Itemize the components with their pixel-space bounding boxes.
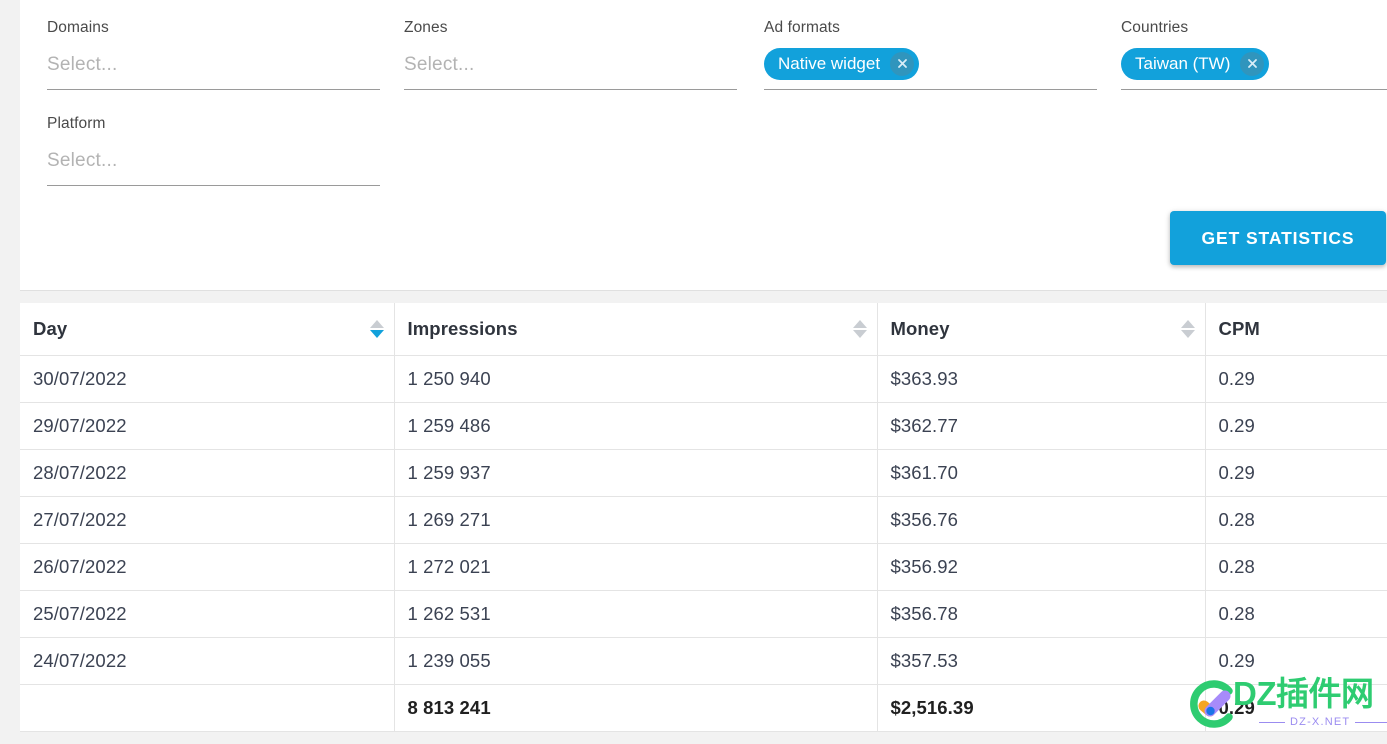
cell-cpm: 0.29: [1205, 449, 1387, 497]
cell-money: $357.53: [877, 637, 1206, 685]
chip-label: Taiwan (TW): [1135, 54, 1231, 73]
chip-ad-format[interactable]: Native widget: [764, 47, 920, 80]
cell-day: 27/07/2022: [20, 496, 395, 544]
cell-day: 24/07/2022: [20, 637, 395, 685]
ad-formats-label: Ad formats: [764, 19, 840, 36]
cell-impressions: 1 259 486: [394, 402, 878, 450]
cell-day: 29/07/2022: [20, 402, 395, 450]
zones-placeholder: Select...: [404, 54, 475, 75]
cell-impressions: 1 259 937: [394, 449, 878, 497]
domains-placeholder: Select...: [47, 54, 118, 75]
zones-select[interactable]: Select...: [404, 45, 737, 90]
table-row: 28/07/2022 1 259 937 $361.70 0.29: [20, 449, 1387, 497]
cell-day: 25/07/2022: [20, 590, 395, 638]
column-header-label: CPM: [1218, 317, 1260, 339]
cell-total-impressions: 8 813 241: [394, 684, 878, 732]
table-header-row: Day Impressions Money CPM: [20, 303, 1387, 356]
cell-day: 26/07/2022: [20, 543, 395, 591]
cell-impressions: 1 239 055: [394, 637, 878, 685]
filter-field-zones: Zones Select...: [404, 20, 737, 90]
zones-label: Zones: [404, 19, 448, 36]
table-row: 24/07/2022 1 239 055 $357.53 0.29: [20, 637, 1387, 685]
table-total-row: 8 813 241 $2,516.39 0.29: [20, 684, 1387, 732]
platform-label: Platform: [47, 115, 106, 132]
cell-cpm: 0.28: [1205, 543, 1387, 591]
sort-toggle-impressions-icon[interactable]: [852, 319, 867, 338]
table-row: 29/07/2022 1 259 486 $362.77 0.29: [20, 402, 1387, 450]
statistics-table: Day Impressions Money CPM 30/07/2022 1 2…: [20, 303, 1387, 732]
cell-impressions: 1 272 021: [394, 543, 878, 591]
table-head: Day Impressions Money CPM: [20, 303, 1387, 356]
cell-impressions: 1 269 271: [394, 496, 878, 544]
table-row: 30/07/2022 1 250 940 $363.93 0.29: [20, 355, 1387, 403]
table-row: 27/07/2022 1 269 271 $356.76 0.28: [20, 496, 1387, 544]
filter-panel: Domains Select... Zones Select... Ad for…: [20, 0, 1387, 291]
filter-field-countries: Countries Taiwan (TW): [1121, 20, 1387, 90]
get-statistics-button[interactable]: GET STATISTICS: [1170, 211, 1386, 265]
column-header-day[interactable]: Day: [20, 303, 395, 356]
cell-cpm: 0.29: [1205, 402, 1387, 450]
chip-country[interactable]: Taiwan (TW): [1121, 47, 1270, 80]
column-header-label: Impressions: [407, 317, 518, 339]
cell-money: $356.92: [877, 543, 1206, 591]
domains-select[interactable]: Select...: [47, 45, 380, 90]
filter-field-domains: Domains Select...: [47, 20, 380, 90]
countries-select[interactable]: Taiwan (TW): [1121, 45, 1387, 90]
table-body: 30/07/2022 1 250 940 $363.93 0.29 29/07/…: [20, 355, 1387, 732]
column-header-money[interactable]: Money: [877, 303, 1206, 356]
cell-day: 28/07/2022: [20, 449, 395, 497]
sort-toggle-money-icon[interactable]: [1180, 319, 1195, 338]
chip-label: Native widget: [778, 54, 881, 73]
statistics-page: Domains Select... Zones Select... Ad for…: [0, 0, 1387, 744]
chip-remove-icon[interactable]: [1240, 51, 1265, 76]
filter-field-platform: Platform Select...: [47, 116, 380, 186]
cell-money: $362.77: [877, 402, 1206, 450]
table-row: 25/07/2022 1 262 531 $356.78 0.28: [20, 590, 1387, 638]
cell-impressions: 1 262 531: [394, 590, 878, 638]
cell-cpm: 0.28: [1205, 496, 1387, 544]
column-header-label: Money: [890, 317, 950, 339]
column-header-impressions[interactable]: Impressions: [394, 303, 878, 356]
cell-total-cpm: 0.29: [1205, 684, 1387, 732]
cell-cpm: 0.28: [1205, 590, 1387, 638]
cell-day: 30/07/2022: [20, 355, 395, 403]
cell-money: $356.76: [877, 496, 1206, 544]
column-header-label: Day: [33, 317, 68, 339]
sort-toggle-day-icon[interactable]: [369, 319, 384, 338]
domains-label: Domains: [47, 19, 109, 36]
column-header-cpm: CPM: [1205, 303, 1387, 356]
countries-label: Countries: [1121, 19, 1189, 36]
cell-impressions: 1 250 940: [394, 355, 878, 403]
cell-money: $361.70: [877, 449, 1206, 497]
cell-money: $363.93: [877, 355, 1206, 403]
statistics-table-card: Day Impressions Money CPM 30/07/2022 1 2…: [20, 303, 1387, 732]
cell-total-day: [20, 684, 395, 732]
platform-select[interactable]: Select...: [47, 141, 380, 186]
cell-cpm: 0.29: [1205, 355, 1387, 403]
cell-total-money: $2,516.39: [877, 684, 1206, 732]
ad-formats-select[interactable]: Native widget: [764, 45, 1097, 90]
chip-remove-icon[interactable]: [890, 51, 915, 76]
table-row: 26/07/2022 1 272 021 $356.92 0.28: [20, 543, 1387, 591]
cell-money: $356.78: [877, 590, 1206, 638]
filter-field-ad-formats: Ad formats Native widget: [764, 20, 1097, 90]
platform-placeholder: Select...: [47, 150, 118, 171]
cell-cpm: 0.29: [1205, 637, 1387, 685]
